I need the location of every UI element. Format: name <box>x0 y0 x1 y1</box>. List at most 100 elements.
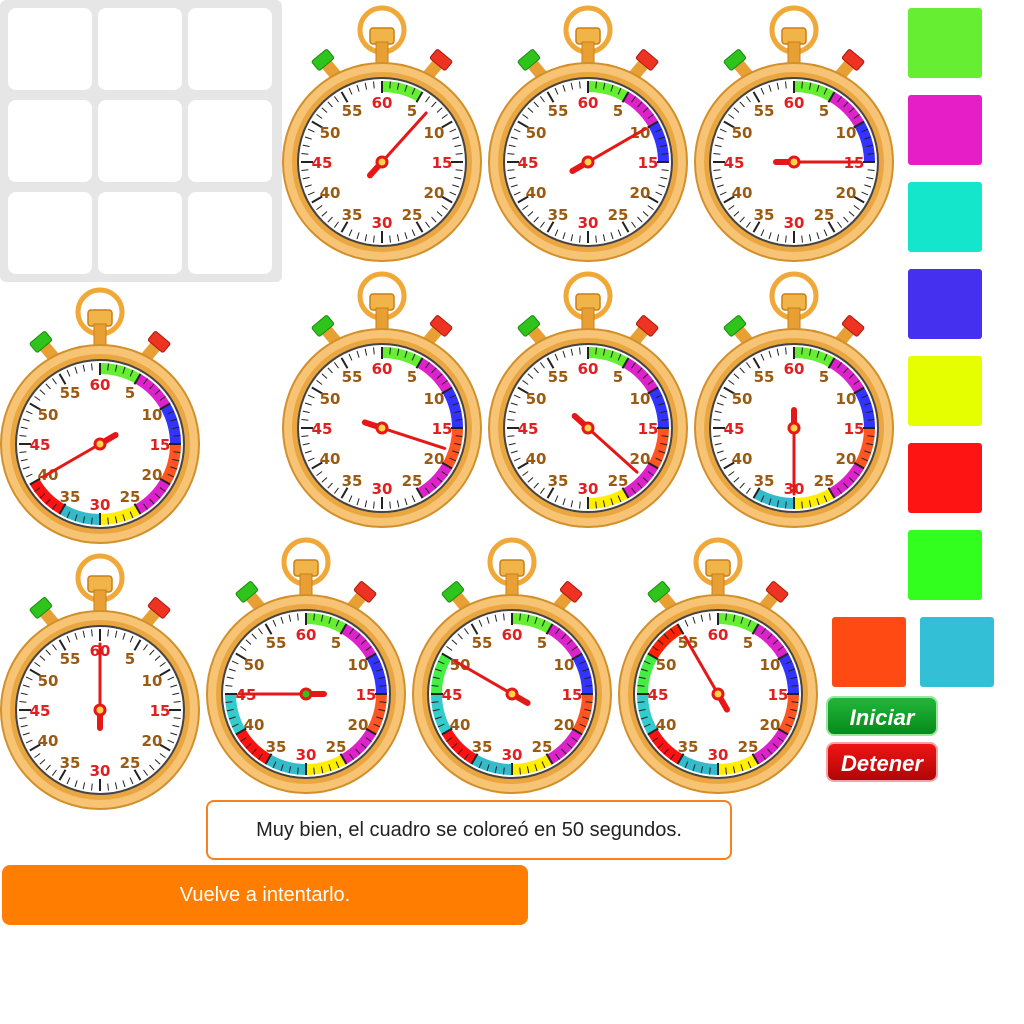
dial-number: 10 <box>760 656 781 674</box>
dial-number: 20 <box>760 716 781 734</box>
dial-number: 25 <box>738 738 759 756</box>
dial-number: 15 <box>638 420 659 438</box>
color-swatch[interactable] <box>908 269 982 339</box>
dial-number: 15 <box>150 436 171 454</box>
dial-number: 10 <box>554 656 575 674</box>
color-swatch[interactable] <box>908 530 982 600</box>
dial-number: 40 <box>320 450 341 468</box>
grid-cell[interactable] <box>8 8 92 90</box>
dial-number: 40 <box>732 450 753 468</box>
dial-number: 30 <box>90 496 111 514</box>
dial-number: 60 <box>90 376 111 394</box>
dial-number: 50 <box>526 124 547 142</box>
color-swatch[interactable] <box>908 95 982 165</box>
grid-cell[interactable] <box>188 100 272 182</box>
dial-number: 35 <box>472 738 493 756</box>
dial-number: 45 <box>312 420 333 438</box>
start-button[interactable]: Iniciar <box>826 696 938 736</box>
stopwatch: 60510152025303540455055 <box>282 0 486 270</box>
dial-number: 60 <box>372 94 393 112</box>
dial-number: 45 <box>648 686 669 704</box>
dial-number: 15 <box>844 420 865 438</box>
dial-number: 60 <box>372 360 393 378</box>
dial-number: 60 <box>708 626 729 644</box>
dial-number: 25 <box>532 738 553 756</box>
color-swatch[interactable] <box>908 8 982 78</box>
dial-number: 20 <box>630 450 651 468</box>
color-swatch[interactable] <box>908 182 982 252</box>
dial-number: 60 <box>502 626 523 644</box>
dial-number: 35 <box>60 488 81 506</box>
dial-number: 20 <box>630 184 651 202</box>
dial-number: 55 <box>266 634 287 652</box>
dial-number: 20 <box>424 184 445 202</box>
dial-number: 50 <box>320 124 341 142</box>
dial-number: 5 <box>537 634 547 652</box>
grid-cell[interactable] <box>188 192 272 274</box>
dial-number: 25 <box>120 488 141 506</box>
dial-number: 35 <box>266 738 287 756</box>
stopwatch: 60510152025303540455055 <box>694 0 898 270</box>
dial-number: 15 <box>768 686 789 704</box>
dial-number: 10 <box>424 390 445 408</box>
dial-number: 40 <box>38 732 59 750</box>
stopwatch: 60510152025303540455055 <box>282 266 486 536</box>
dial-number: 45 <box>442 686 463 704</box>
dial-number: 5 <box>407 102 417 120</box>
dial-number: 60 <box>784 360 805 378</box>
stopwatch: 60510152025303540455055 <box>0 548 204 818</box>
dial-number: 35 <box>342 472 363 490</box>
dial-number: 25 <box>814 472 835 490</box>
dial-number: 5 <box>819 102 829 120</box>
dial-number: 10 <box>142 406 163 424</box>
dial-number: 10 <box>142 672 163 690</box>
dial-number: 40 <box>244 716 265 734</box>
stop-button[interactable]: Detener <box>826 742 938 782</box>
dial-number: 5 <box>613 102 623 120</box>
color-swatch[interactable] <box>920 617 994 687</box>
dial-number: 60 <box>296 626 317 644</box>
dial-number: 5 <box>407 368 417 386</box>
dial-number: 35 <box>678 738 699 756</box>
dial-number: 30 <box>784 214 805 232</box>
dial-number: 30 <box>708 746 729 764</box>
grid-cell[interactable] <box>98 192 182 274</box>
dial-number: 50 <box>38 406 59 424</box>
result-message: Muy bien, el cuadro se coloreó en 50 seg… <box>206 800 732 860</box>
color-swatch[interactable] <box>832 617 906 687</box>
dial-number: 45 <box>30 702 51 720</box>
grid-cell[interactable] <box>188 8 272 90</box>
grid-cell[interactable] <box>8 192 92 274</box>
dial-number: 5 <box>125 650 135 668</box>
dial-number: 45 <box>724 154 745 172</box>
dial-number: 55 <box>60 650 81 668</box>
dial-number: 40 <box>732 184 753 202</box>
dial-number: 50 <box>656 656 677 674</box>
dial-number: 50 <box>38 672 59 690</box>
color-swatch[interactable] <box>908 356 982 426</box>
dial-number: 55 <box>472 634 493 652</box>
dial-number: 20 <box>836 184 857 202</box>
dial-number: 45 <box>724 420 745 438</box>
dial-number: 30 <box>296 746 317 764</box>
retry-button[interactable]: Vuelve a intentarlo. <box>2 865 528 925</box>
dial-number: 25 <box>814 206 835 224</box>
grid-cell[interactable] <box>98 8 182 90</box>
dial-number: 30 <box>372 480 393 498</box>
dial-number: 50 <box>320 390 341 408</box>
dial-number: 5 <box>819 368 829 386</box>
grid-cell[interactable] <box>98 100 182 182</box>
dial-number: 45 <box>518 420 539 438</box>
dial-number: 40 <box>656 716 677 734</box>
dial-number: 45 <box>312 154 333 172</box>
dial-number: 25 <box>402 206 423 224</box>
dial-number: 55 <box>754 368 775 386</box>
dial-number: 35 <box>754 206 775 224</box>
grid-cell[interactable] <box>8 100 92 182</box>
stopwatch: 60510152025303540455055 <box>618 532 822 802</box>
dial-number: 60 <box>578 94 599 112</box>
dial-number: 35 <box>342 206 363 224</box>
dial-number: 5 <box>331 634 341 652</box>
dial-number: 30 <box>502 746 523 764</box>
color-swatch[interactable] <box>908 443 982 513</box>
